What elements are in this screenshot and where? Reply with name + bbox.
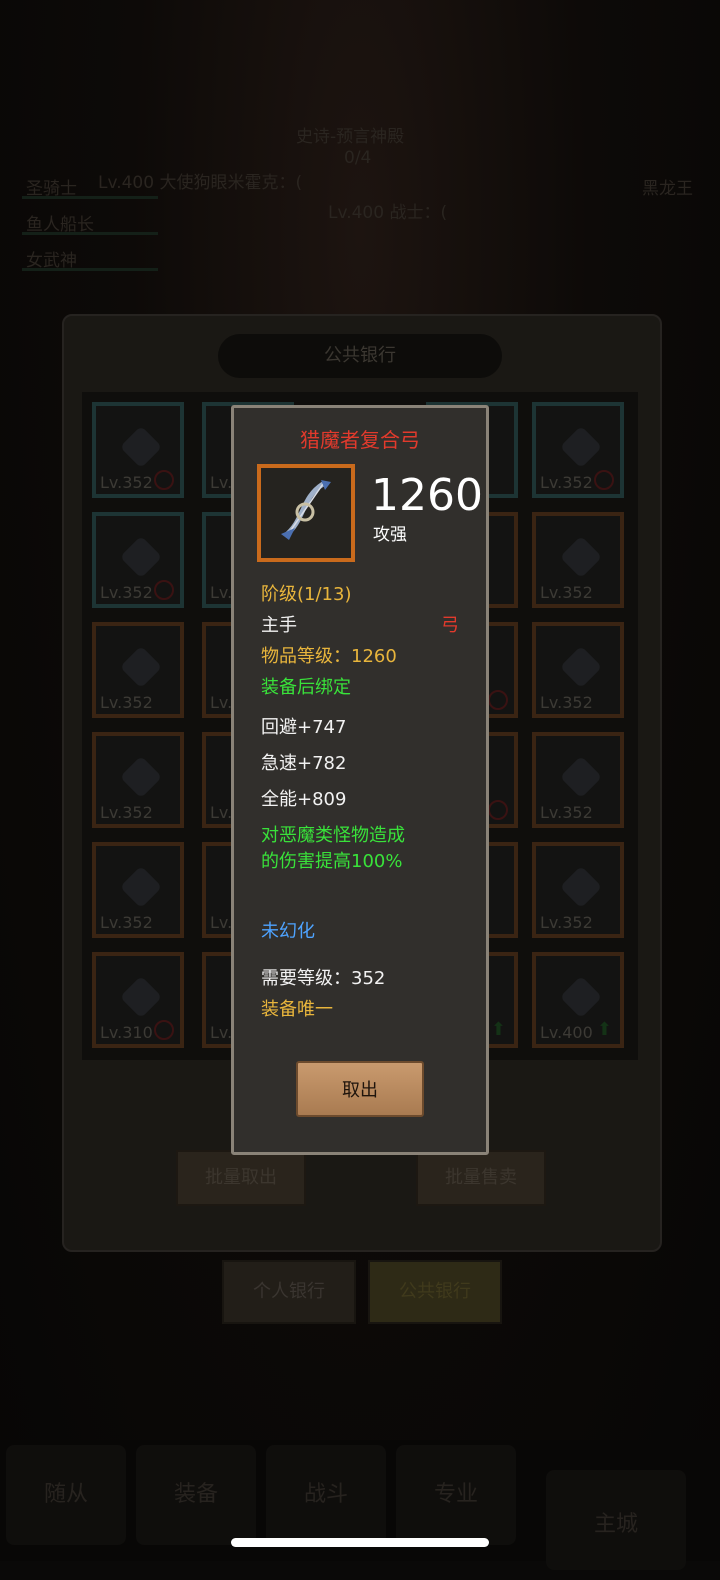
- boss-line-1: Lv.400 大使狗眼米霍克：(: [98, 173, 303, 193]
- take-out-button[interactable]: 取出: [296, 1061, 424, 1117]
- bank-slot[interactable]: Lv.352: [92, 732, 184, 828]
- stat-haste: 急速+782: [261, 753, 347, 774]
- slot-level: Lv.352: [100, 473, 153, 492]
- nav-battle[interactable]: 战斗: [266, 1445, 386, 1545]
- item-name: 猎魔者复合弓: [300, 428, 420, 452]
- transmog-status: 未幻化: [261, 921, 315, 942]
- home-indicator[interactable]: [231, 1538, 489, 1547]
- bank-slot[interactable]: Lv.352: [532, 842, 624, 938]
- weapon-icon: [559, 535, 603, 579]
- weapon-icon: [119, 535, 163, 579]
- nav-equipment[interactable]: 装备: [136, 1445, 256, 1545]
- nav-main-city[interactable]: 主城: [546, 1470, 686, 1570]
- unique-equip: 装备唯一: [261, 999, 333, 1020]
- bank-title: 公共银行: [218, 334, 502, 378]
- batch-sell-button[interactable]: 批量售卖: [416, 1150, 546, 1206]
- batch-take-button[interactable]: 批量取出: [176, 1150, 306, 1206]
- weapon-icon: [119, 645, 163, 689]
- weapon-icon: [559, 755, 603, 799]
- bank-slot[interactable]: Lv.310: [92, 952, 184, 1048]
- weapon-icon: [119, 755, 163, 799]
- restricted-icon: [154, 1020, 174, 1040]
- item-level: 物品等级：1260: [261, 646, 397, 667]
- effect-line-1: 对恶魔类怪物造成: [261, 825, 405, 846]
- party-hp-bar-3: [22, 268, 158, 271]
- slot-level: Lv.310: [100, 1023, 153, 1042]
- tab-public-bank[interactable]: 公共银行: [368, 1260, 502, 1324]
- ring-icon: [559, 975, 603, 1019]
- axe-icon: [119, 975, 163, 1019]
- slot-level: Lv.: [210, 1023, 233, 1042]
- slot-level: Lv.352: [100, 803, 153, 822]
- bank-slot[interactable]: Lv.400 ⬆: [532, 952, 624, 1048]
- bank-slot[interactable]: Lv.352: [532, 512, 624, 608]
- weapon-icon: [559, 425, 603, 469]
- bank-slot[interactable]: Lv.352: [92, 622, 184, 718]
- item-icon-frame: [257, 464, 355, 562]
- slot-level: Lv.: [210, 473, 233, 492]
- slot-level: Lv.352: [100, 913, 153, 932]
- stat-dodge: 回避+747: [261, 717, 347, 738]
- weapon-icon: [119, 865, 163, 909]
- power-label: 攻强: [373, 525, 407, 545]
- bank-slot[interactable]: Lv.352: [92, 402, 184, 498]
- dungeon-title: 史诗-预言神殿: [296, 127, 405, 147]
- slot-level: Lv.: [210, 803, 233, 822]
- weapon-icon: [559, 865, 603, 909]
- bank-slot[interactable]: Lv.352: [532, 402, 624, 498]
- slot-level: Lv.: [210, 583, 233, 602]
- restricted-icon: [488, 690, 508, 710]
- slot-level: Lv.352: [540, 803, 593, 822]
- weapon-icon: [559, 645, 603, 689]
- slot-level: Lv.352: [540, 913, 593, 932]
- bow-icon: [281, 480, 331, 540]
- bank-slot[interactable]: Lv.352: [532, 732, 624, 828]
- upgrade-arrow-icon: ⬆: [596, 1019, 612, 1040]
- slot-level: Lv.: [210, 913, 233, 932]
- nav-profession[interactable]: 专业: [396, 1445, 516, 1545]
- weapon-type: 弓: [441, 615, 459, 636]
- party-hp-bar-2: [22, 232, 158, 235]
- restricted-icon: [154, 580, 174, 600]
- party-hp-bar-1: [22, 196, 158, 199]
- required-level: 需要等级：352: [261, 968, 386, 989]
- bank-slot[interactable]: Lv.352: [92, 842, 184, 938]
- effect-line-2: 的伤害提高100%: [261, 851, 403, 872]
- item-tier: 阶级(1/13): [261, 584, 352, 605]
- restricted-icon: [488, 800, 508, 820]
- restricted-icon: [594, 470, 614, 490]
- item-slot: 主手: [261, 615, 297, 636]
- power-value: 1260: [371, 470, 483, 521]
- slot-level: Lv.352: [100, 583, 153, 602]
- bank-slot[interactable]: Lv.352: [532, 622, 624, 718]
- weapon-icon: [119, 425, 163, 469]
- right-boss-label: 黑龙王: [642, 179, 693, 199]
- slot-level: Lv.400: [540, 1023, 593, 1042]
- dungeon-progress: 0/4: [344, 148, 372, 168]
- nav-followers[interactable]: 随从: [6, 1445, 126, 1545]
- boss-line-2: Lv.400 战士：(: [328, 203, 448, 223]
- upgrade-arrow-icon: ⬆: [490, 1019, 506, 1040]
- slot-level: Lv.352: [540, 583, 593, 602]
- slot-level: Lv.: [210, 693, 233, 712]
- bind-type: 装备后绑定: [261, 677, 351, 698]
- slot-level: Lv.352: [540, 473, 593, 492]
- tab-personal-bank[interactable]: 个人银行: [222, 1260, 356, 1324]
- bank-slot[interactable]: Lv.352: [92, 512, 184, 608]
- slot-level: Lv.352: [540, 693, 593, 712]
- restricted-icon: [154, 470, 174, 490]
- slot-level: Lv.352: [100, 693, 153, 712]
- stat-versatility: 全能+809: [261, 789, 347, 810]
